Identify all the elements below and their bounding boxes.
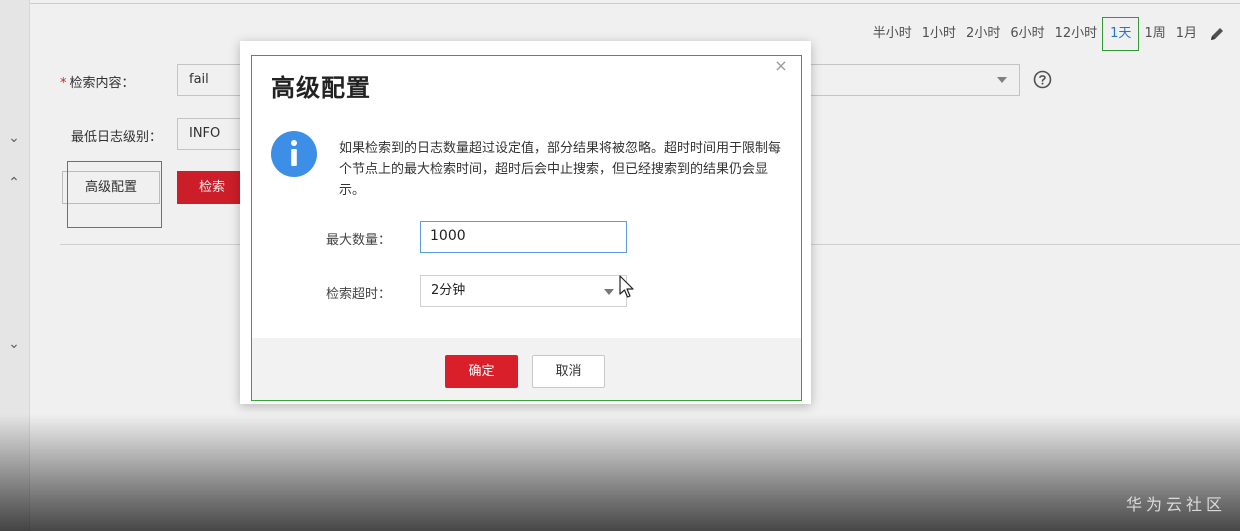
dialog-footer xyxy=(251,338,802,401)
min-log-level-select[interactable]: INFO xyxy=(177,118,247,150)
dialog-info-text: 如果检索到的日志数量超过设定值，部分结果将被忽略。超时时间用于限制每个节点上的最… xyxy=(339,141,782,198)
caret-down-icon xyxy=(604,289,614,295)
search-timeout-value: 2分钟 xyxy=(431,283,466,298)
time-range-1-hour[interactable]: 1小时 xyxy=(917,22,961,46)
question-circle-icon[interactable] xyxy=(1033,70,1052,89)
close-icon[interactable]: × xyxy=(773,58,789,74)
time-range-1-month[interactable]: 1月 xyxy=(1171,22,1202,46)
dialog-title: 高级配置 xyxy=(271,74,371,102)
time-range-12-hours[interactable]: 12小时 xyxy=(1050,22,1103,46)
max-count-input[interactable]: 1000 xyxy=(420,221,627,253)
max-count-label: 最大数量： xyxy=(326,233,392,248)
time-range-2-hours[interactable]: 2小时 xyxy=(961,22,1005,46)
search-content-label: * 检索内容： xyxy=(60,76,135,91)
watermark: 华为云社区 xyxy=(1125,495,1226,514)
search-scope-select[interactable] xyxy=(810,64,1020,96)
pencil-icon[interactable] xyxy=(1208,25,1226,43)
time-range-selector: 半小时 1小时 2小时 6小时 12小时 1天 1周 1月 xyxy=(868,17,1226,51)
search-timeout-select[interactable]: 2分钟 xyxy=(420,275,627,307)
time-range-1-week[interactable]: 1周 xyxy=(1139,22,1170,46)
time-range-6-hours[interactable]: 6小时 xyxy=(1005,22,1049,46)
confirm-button[interactable]: 确定 xyxy=(445,355,518,388)
info-circle-icon xyxy=(271,131,317,177)
caret-down-icon xyxy=(997,77,1007,83)
highlight-box xyxy=(67,161,162,228)
cancel-button[interactable]: 取消 xyxy=(532,355,605,388)
min-log-level-label: 最低日志级别： xyxy=(71,130,163,145)
search-timeout-label: 检索超时： xyxy=(326,287,392,302)
time-range-half-hour[interactable]: 半小时 xyxy=(868,22,917,46)
left-rail: ⌄ ⌃ ⌄ xyxy=(0,0,30,531)
chevron-up-icon[interactable]: ⌃ xyxy=(6,175,22,191)
chevron-down-icon[interactable]: ⌄ xyxy=(6,336,22,352)
chevron-down-icon[interactable]: ⌄ xyxy=(6,130,22,146)
time-range-1-day[interactable]: 1天 xyxy=(1102,17,1140,51)
mouse-cursor-icon xyxy=(619,275,634,298)
search-button[interactable]: 检索 xyxy=(177,171,247,204)
top-divider xyxy=(30,0,1240,4)
search-content-input[interactable]: fail xyxy=(177,64,247,96)
